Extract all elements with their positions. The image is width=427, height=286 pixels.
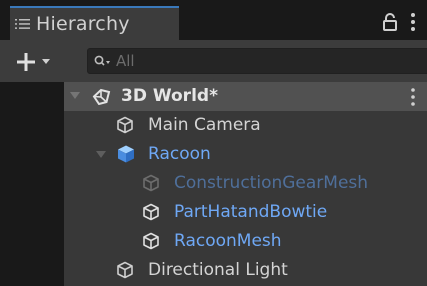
tree-gutter <box>0 82 64 286</box>
tree-item-label: Directional Light <box>148 260 288 280</box>
scene-row[interactable]: 3D World* <box>64 82 427 111</box>
tab-hierarchy[interactable]: Hierarchy <box>10 6 179 40</box>
tree-item-construction-gear-mesh[interactable]: ConstructionGearMesh <box>64 169 427 198</box>
prefab-icon <box>118 145 134 163</box>
hierarchy-tree: 3D World* Main Camera Racoon Constructio… <box>0 82 427 286</box>
window-menu-icon[interactable] <box>410 12 416 32</box>
tree-item-label: RacoonMesh <box>174 231 282 251</box>
search-icon <box>94 55 110 66</box>
plus-icon <box>17 53 35 71</box>
tree-item-label: PartHatandBowtie <box>174 202 328 222</box>
gameobject-cube-icon <box>143 203 159 221</box>
toolbar <box>0 40 427 82</box>
tree-item-racoon-mesh[interactable]: RacoonMesh <box>64 227 427 256</box>
hierarchy-window: Hierarchy All 3D World* Main Camera Raco… <box>0 0 427 286</box>
expand-arrow-icon[interactable] <box>96 151 106 159</box>
search-input[interactable] <box>116 51 416 71</box>
tree-item-main-camera[interactable]: Main Camera <box>64 111 427 140</box>
scene-label: 3D World* <box>121 86 218 106</box>
lock-icon[interactable] <box>383 13 397 31</box>
tree-item-label: Main Camera <box>148 115 261 135</box>
tab-title: Hierarchy <box>36 13 130 35</box>
tree-item-label: Racoon <box>148 144 211 164</box>
tree-item-directional-light[interactable]: Directional Light <box>64 256 427 285</box>
gameobject-cube-icon <box>143 174 159 192</box>
gameobject-cube-icon <box>117 261 133 279</box>
list-icon <box>15 19 30 29</box>
search-field[interactable] <box>87 48 427 74</box>
chevron-down-icon <box>42 59 50 64</box>
scene-menu-icon[interactable] <box>410 87 416 107</box>
gameobject-cube-icon <box>143 232 159 250</box>
tree-item-part-hat-and-bowtie[interactable]: PartHatandBowtie <box>64 198 427 227</box>
tree-item-racoon[interactable]: Racoon <box>64 140 427 169</box>
create-button[interactable] <box>14 50 76 74</box>
tab-bar: Hierarchy <box>0 0 427 40</box>
expand-arrow-icon[interactable] <box>70 92 80 100</box>
gameobject-cube-icon <box>117 116 133 134</box>
tree-item-label: ConstructionGearMesh <box>174 173 369 193</box>
unity-scene-icon <box>92 88 111 105</box>
